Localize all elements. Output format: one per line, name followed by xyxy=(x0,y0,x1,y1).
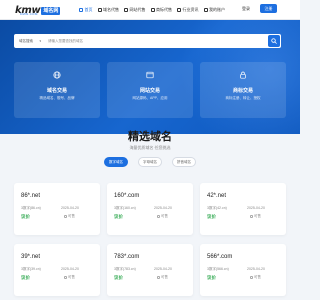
nav-label: 域名代售 xyxy=(103,6,119,12)
nav-item-home[interactable]: 首页 xyxy=(79,6,93,13)
domain-card[interactable]: 783*.com 3数字(783.cn) 2025-04-20 议价 可售 xyxy=(107,244,193,296)
domain-stock: 可售 xyxy=(250,214,261,219)
card-desc: 精品域名、靓号、品牌 xyxy=(39,96,75,100)
logo-subtext: KMW.COM xyxy=(20,12,38,16)
card-website-trade[interactable]: 网站交易 网站源码、APP、应用 xyxy=(107,62,193,118)
checkbox-icon xyxy=(64,215,67,218)
card-title: 域名交易 xyxy=(46,88,67,94)
domain-card[interactable]: 42*.net 3数字(42.cn) 2025-04-20 议价 可售 xyxy=(200,183,286,235)
domain-price: 议价 xyxy=(207,214,216,219)
search-type-select[interactable]: 域名搜索 ▾ xyxy=(17,37,41,45)
domain-stock: 可售 xyxy=(64,214,75,219)
checkbox-icon xyxy=(157,276,160,279)
news-icon xyxy=(177,7,181,12)
card-domain-trade[interactable]: 域名交易 精品域名、靓号、品牌 xyxy=(14,62,100,118)
domain-price: 议价 xyxy=(114,275,123,280)
checkbox-icon xyxy=(64,276,67,279)
domain-price: 议价 xyxy=(207,275,216,280)
domain-meta: 3数字(42.cn) xyxy=(207,206,227,210)
domain-tabs: 数字域名 字母域名 拼音域名 xyxy=(104,157,206,167)
domain-name: 566*.com xyxy=(207,254,233,260)
nav-label: 首页 xyxy=(84,6,93,12)
login-button[interactable]: 登录 xyxy=(242,5,250,13)
browser-icon xyxy=(146,71,154,79)
domain-card[interactable]: 39*.net 3数字(39.cn) 2025-04-20 议价 可售 xyxy=(14,244,100,296)
nav-item-trademark[interactable]: 商标代售 xyxy=(150,6,172,13)
section-subtitle: 海量优质域名 任您挑选 xyxy=(129,145,171,150)
card-title: 商标交易 xyxy=(232,88,253,94)
domain-stock: 可售 xyxy=(157,275,168,280)
domain-price: 议价 xyxy=(21,214,30,219)
search-bar: 域名搜索 ▾ xyxy=(14,34,281,48)
lock-icon xyxy=(240,71,246,79)
website-icon xyxy=(124,7,128,12)
domain-name: 783*.com xyxy=(114,254,140,260)
search-input[interactable] xyxy=(48,37,248,45)
tab-letter-domains[interactable]: 字母域名 xyxy=(138,157,162,167)
domain-date: 2025-04-20 xyxy=(154,267,172,271)
register-button[interactable]: 注册 xyxy=(260,4,277,13)
section-title: 精选域名 xyxy=(128,131,172,143)
checkbox-icon xyxy=(157,215,160,218)
domain-meta: 3数字(160.cn) xyxy=(114,206,136,210)
domain-name: 42*.net xyxy=(207,193,227,199)
top-header: kmw 域名网 KMW.COM 首页 域名代售 网站代售 商标代售 行业资讯 我… xyxy=(0,0,300,20)
card-trademark-trade[interactable]: 商标交易 商标注册、转让、授权 xyxy=(200,62,286,118)
search-type-value: 域名搜索 xyxy=(19,39,33,43)
domain-icon xyxy=(97,7,102,12)
main-nav: 首页 域名代售 网站代售 商标代售 行业资讯 我的账户 xyxy=(79,6,230,13)
domain-date: 2025-04-20 xyxy=(61,267,79,271)
card-desc: 网站源码、APP、应用 xyxy=(132,96,168,100)
user-icon xyxy=(203,7,208,12)
nav-label: 我的账户 xyxy=(209,6,225,12)
domain-date: 2025-04-20 xyxy=(61,206,79,210)
domain-price: 议价 xyxy=(21,275,30,280)
tab-pinyin-domains[interactable]: 拼音域名 xyxy=(172,157,196,167)
domain-name: 86*.net xyxy=(21,193,41,199)
domain-date: 2025-04-20 xyxy=(247,206,265,210)
card-title: 网站交易 xyxy=(139,88,160,94)
stock-label: 可售 xyxy=(161,275,168,279)
domain-meta: 3数字(39.cn) xyxy=(21,267,41,271)
checkbox-icon xyxy=(250,215,253,218)
stock-label: 可售 xyxy=(68,275,75,279)
domain-card[interactable]: 86*.net 3数字(86.cn) 2025-04-20 议价 可售 xyxy=(14,183,100,235)
card-desc: 商标注册、转让、授权 xyxy=(225,96,261,100)
chevron-down-icon: ▾ xyxy=(39,39,41,43)
nav-item-website[interactable]: 网站代售 xyxy=(124,6,146,13)
stock-label: 可售 xyxy=(161,214,168,218)
nav-item-news[interactable]: 行业资讯 xyxy=(177,6,199,13)
domain-stock: 可售 xyxy=(250,275,261,280)
hero-banner: 域名搜索 ▾ 域名交易 精品域名、靓号、品牌 网站交易 xyxy=(0,20,300,134)
stock-label: 可售 xyxy=(254,275,261,279)
domain-date: 2025-04-20 xyxy=(247,267,265,271)
service-cards: 域名交易 精品域名、靓号、品牌 网站交易 网站源码、APP、应用 商标交易 商标… xyxy=(14,62,286,118)
domain-date: 2025-04-20 xyxy=(154,206,172,210)
domain-card[interactable]: 160*.com 3数字(160.cn) 2025-04-20 议价 可售 xyxy=(107,183,193,235)
stock-label: 可售 xyxy=(254,214,261,218)
domain-stock: 可售 xyxy=(64,275,75,280)
logo-badge: 域名网 xyxy=(41,6,61,15)
domain-name: 39*.net xyxy=(21,254,41,260)
tab-numeric-domains[interactable]: 数字域名 xyxy=(104,157,128,167)
home-icon xyxy=(79,7,83,12)
nav-label: 商标代售 xyxy=(156,6,172,12)
domain-card[interactable]: 566*.com 3数字(566.cn) 2025-04-20 议价 可售 xyxy=(200,244,286,296)
domain-name: 160*.com xyxy=(114,193,140,199)
nav-label: 行业资讯 xyxy=(182,6,199,12)
trademark-icon xyxy=(150,7,155,12)
search-button[interactable] xyxy=(268,35,280,47)
search-icon xyxy=(271,38,277,44)
nav-label: 网站代售 xyxy=(129,6,146,12)
domain-meta: 3数字(783.cn) xyxy=(114,267,136,271)
checkbox-icon xyxy=(250,276,253,279)
domain-stock: 可售 xyxy=(157,214,168,219)
globe-icon xyxy=(53,71,61,79)
stock-label: 可售 xyxy=(68,214,75,218)
domain-meta: 3数字(86.cn) xyxy=(21,206,41,210)
nav-item-domain[interactable]: 域名代售 xyxy=(97,6,119,13)
nav-item-account[interactable]: 我的账户 xyxy=(203,6,225,13)
domain-meta: 3数字(566.cn) xyxy=(207,267,229,271)
domain-price: 议价 xyxy=(114,214,123,219)
